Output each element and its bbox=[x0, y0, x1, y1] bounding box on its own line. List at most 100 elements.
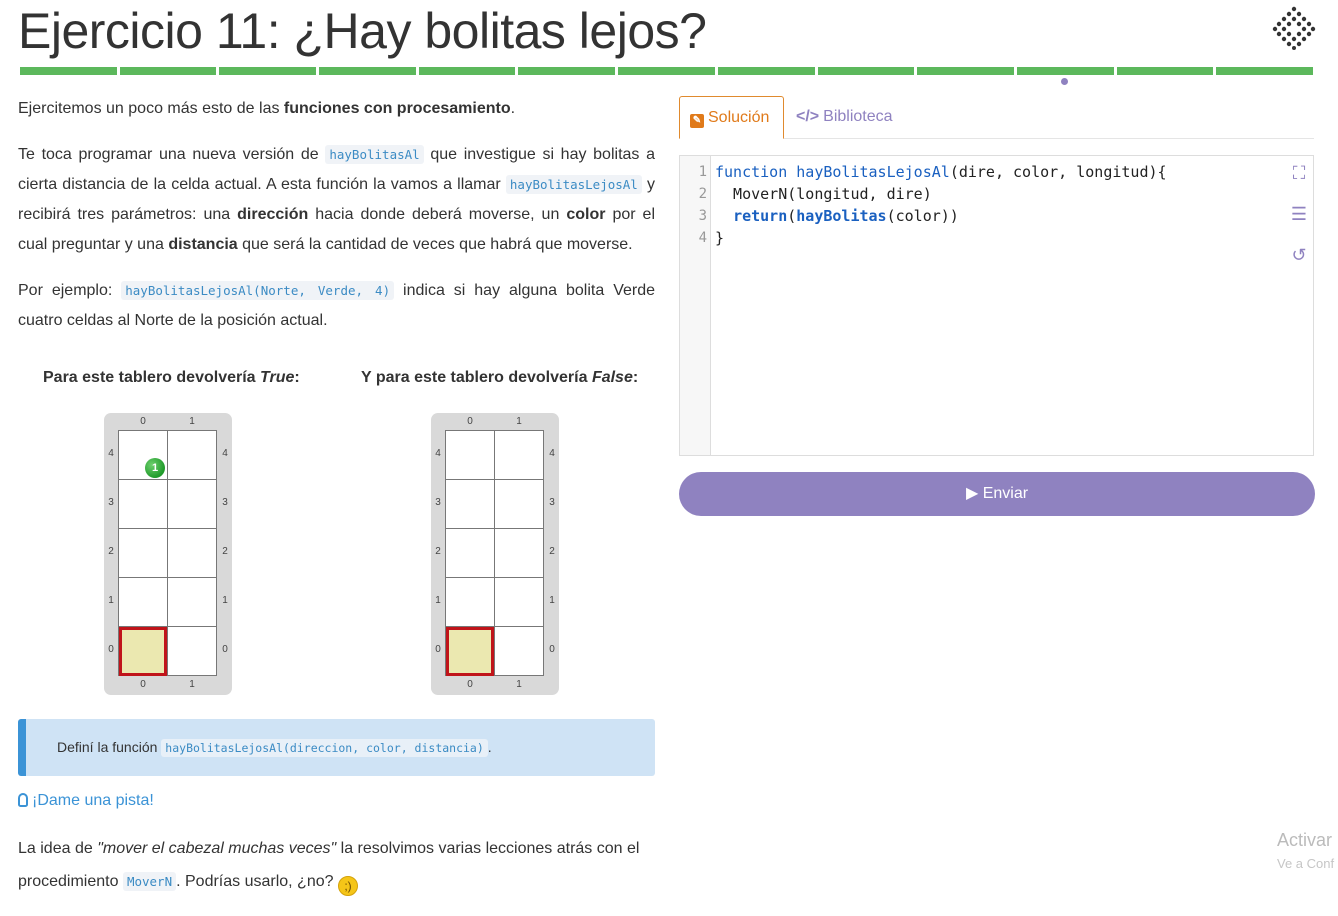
column-label: 0 bbox=[140, 416, 146, 427]
column-label: 1 bbox=[516, 679, 522, 690]
exercise-progress-bar bbox=[20, 67, 1313, 75]
play-icon: ▶ bbox=[965, 485, 979, 502]
column-label: 0 bbox=[467, 416, 473, 427]
board-cell bbox=[168, 627, 217, 676]
board-cell bbox=[495, 529, 544, 578]
progress-segment[interactable] bbox=[20, 67, 117, 75]
indent-icon[interactable]: ☰ bbox=[1288, 203, 1310, 225]
board-true: 1 0 0 1 1 4 4 3 3 2 2 1 1 0 0 bbox=[104, 413, 232, 695]
row-label: 0 bbox=[435, 644, 441, 655]
inline-code: hayBolitasLejosAl bbox=[505, 175, 642, 194]
example-paragraph: Por ejemplo: hayBolitasLejosAl(Norte, Ve… bbox=[18, 281, 655, 329]
board-head-cell bbox=[119, 627, 168, 676]
row-label: 2 bbox=[108, 546, 114, 557]
task-paragraph: Te toca programar una nueva versión de h… bbox=[18, 145, 656, 253]
progress-segment[interactable] bbox=[119, 67, 217, 75]
edit-icon: ✎ bbox=[690, 114, 704, 128]
row-label: 2 bbox=[222, 546, 228, 557]
progress-segment[interactable] bbox=[817, 67, 915, 75]
row-label: 3 bbox=[108, 497, 114, 508]
column-label: 0 bbox=[467, 679, 473, 690]
row-label: 4 bbox=[222, 448, 228, 459]
progress-segment[interactable] bbox=[319, 67, 416, 75]
board-cell bbox=[168, 578, 217, 627]
progress-segment[interactable] bbox=[219, 67, 317, 75]
board-cell bbox=[168, 480, 217, 529]
board-grid: 1 bbox=[118, 430, 217, 676]
board-false-title: Y para este tablero devolvería False: bbox=[361, 369, 639, 386]
green-ball: 1 bbox=[145, 458, 165, 478]
board-cell bbox=[495, 627, 544, 676]
code-line[interactable]: 3 return(hayBolitas(color)) bbox=[680, 205, 1280, 227]
submit-button[interactable]: ▶ Enviar bbox=[679, 472, 1315, 516]
board-cell: 1 bbox=[119, 431, 168, 480]
activation-watermark: Activar Ve a Conf bbox=[1277, 830, 1335, 871]
board-head-cell bbox=[446, 627, 495, 676]
column-label: 1 bbox=[189, 416, 195, 427]
hint-paragraph: La idea de "mover el cabezal muchas vece… bbox=[18, 832, 655, 898]
row-label: 3 bbox=[549, 497, 555, 508]
board-cell bbox=[168, 529, 217, 578]
code-line[interactable]: 2 MoverN(longitud, dire) bbox=[680, 183, 1280, 205]
progress-segment[interactable] bbox=[618, 67, 715, 75]
inline-code: hayBolitasLejosAl(direccion, color, dist… bbox=[161, 739, 488, 757]
inline-code: MoverN bbox=[122, 872, 177, 891]
board-cell bbox=[119, 578, 168, 627]
board-cell bbox=[446, 529, 495, 578]
fullscreen-icon[interactable]: ⛶ bbox=[1288, 162, 1310, 184]
code-icon: </> bbox=[796, 108, 820, 125]
board-cell bbox=[168, 431, 217, 480]
inline-code: hayBolitasAl bbox=[325, 145, 424, 164]
row-label: 0 bbox=[549, 644, 555, 655]
page-title: Ejercicio 11: ¿Hay bolitas lejos? bbox=[18, 3, 707, 59]
line-number: 4 bbox=[698, 230, 707, 246]
hint-link[interactable]: ¡Dame una pista! bbox=[18, 788, 154, 814]
board-cell bbox=[119, 529, 168, 578]
board-cell bbox=[446, 431, 495, 480]
mumuki-logo-icon[interactable] bbox=[1272, 6, 1316, 50]
line-number: 1 bbox=[698, 164, 707, 180]
board-grid bbox=[445, 430, 544, 676]
row-label: 0 bbox=[108, 644, 114, 655]
board-false: 0 0 1 1 4 4 3 3 2 2 1 1 0 0 bbox=[431, 413, 559, 695]
progress-segment[interactable] bbox=[518, 67, 616, 75]
row-label: 3 bbox=[222, 497, 228, 508]
row-label: 3 bbox=[435, 497, 441, 508]
editor-tabs: ✎ Solución </> Biblioteca bbox=[679, 96, 1314, 139]
lightbulb-icon bbox=[18, 793, 28, 807]
code-line[interactable]: 4} bbox=[680, 227, 1280, 249]
current-exercise-marker bbox=[1061, 78, 1068, 85]
task-callout: Definí la función hayBolitasLejosAl(dire… bbox=[18, 719, 655, 776]
column-label: 1 bbox=[189, 679, 195, 690]
row-label: 1 bbox=[108, 595, 114, 606]
row-label: 0 bbox=[222, 644, 228, 655]
code-editor[interactable]: 1 function hayBolitasLejosAl(dire, color,… bbox=[679, 155, 1314, 456]
progress-segment[interactable] bbox=[717, 67, 815, 75]
reset-icon[interactable]: ↺ bbox=[1288, 244, 1310, 266]
row-label: 4 bbox=[549, 448, 555, 459]
exercise-description: Ejercitemos un poco más esto de las func… bbox=[18, 94, 655, 352]
board-cell bbox=[495, 480, 544, 529]
progress-segment[interactable] bbox=[1016, 67, 1114, 75]
tab-library[interactable]: </> Biblioteca bbox=[786, 96, 903, 139]
progress-segment[interactable] bbox=[917, 67, 1014, 75]
row-label: 2 bbox=[435, 546, 441, 557]
progress-segment[interactable] bbox=[1216, 67, 1313, 75]
board-cell bbox=[119, 480, 168, 529]
intro-paragraph: Ejercitemos un poco más esto de las func… bbox=[18, 100, 516, 117]
inline-code: hayBolitasLejosAl(Norte, Verde, 4) bbox=[121, 281, 395, 300]
progress-segment[interactable] bbox=[418, 67, 516, 75]
row-label: 2 bbox=[549, 546, 555, 557]
code-line[interactable]: 1 function hayBolitasLejosAl(dire, color,… bbox=[680, 161, 1280, 183]
progress-segment[interactable] bbox=[1116, 67, 1214, 75]
line-number: 2 bbox=[698, 186, 707, 202]
tab-solution[interactable]: ✎ Solución bbox=[679, 96, 784, 139]
row-label: 1 bbox=[222, 595, 228, 606]
row-label: 4 bbox=[435, 448, 441, 459]
row-label: 4 bbox=[108, 448, 114, 459]
wink-emoji-icon: ;) bbox=[337, 876, 358, 896]
column-label: 1 bbox=[516, 416, 522, 427]
row-label: 1 bbox=[549, 595, 555, 606]
column-label: 0 bbox=[140, 679, 146, 690]
board-cell bbox=[446, 480, 495, 529]
